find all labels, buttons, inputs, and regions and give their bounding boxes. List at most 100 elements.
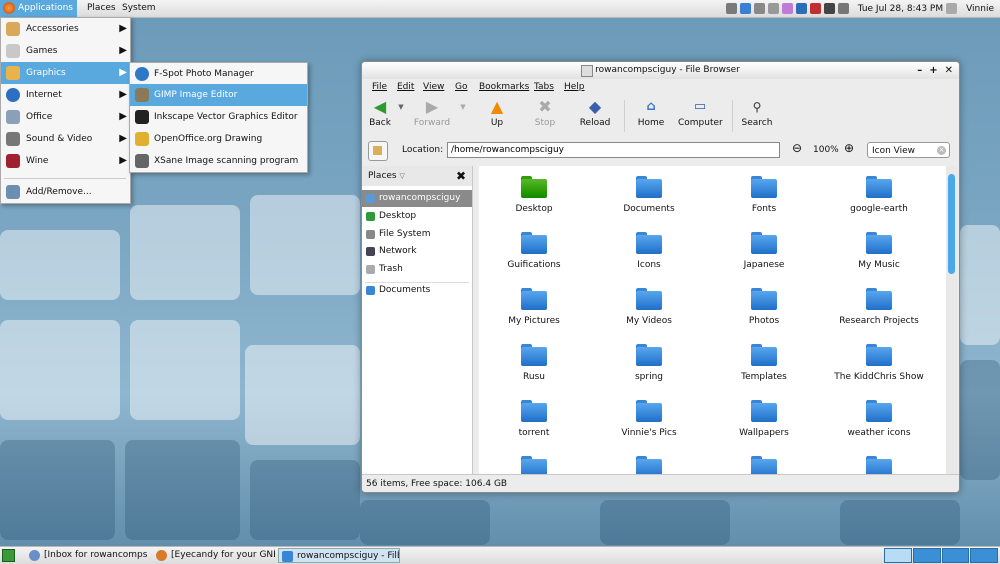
sidebar-item-trash[interactable]: Trash bbox=[362, 261, 472, 278]
menu-item-graphics[interactable]: Graphics ▶ bbox=[1, 62, 130, 84]
file-item[interactable]: My Pictures bbox=[479, 288, 589, 326]
scrollbar-thumb[interactable] bbox=[948, 174, 955, 274]
menu-go[interactable]: Go bbox=[453, 79, 469, 96]
system-menu[interactable]: System bbox=[118, 0, 160, 17]
taskbar-item-inbox[interactable]: [Inbox for rowancompsЁ bbox=[26, 548, 148, 563]
file-item[interactable]: Rusu bbox=[479, 344, 589, 382]
file-item[interactable]: The KiddChris Show bbox=[824, 344, 934, 382]
bluetooth-icon[interactable] bbox=[739, 3, 751, 14]
file-item[interactable]: google-earth bbox=[824, 176, 934, 214]
file-item[interactable]: Icons bbox=[594, 232, 704, 270]
volume-icon[interactable] bbox=[823, 3, 835, 14]
forward-history-dropdown[interactable]: ▼ bbox=[458, 96, 468, 136]
file-item[interactable] bbox=[594, 456, 704, 474]
applications-menu[interactable]: Applications bbox=[0, 0, 77, 17]
submenu-item-gimp[interactable]: GIMP Image Editor bbox=[130, 84, 307, 106]
file-item[interactable]: Japanese bbox=[709, 232, 819, 270]
window-titlebar[interactable]: rowancompsciguy - File Browser – + ✕ bbox=[362, 62, 959, 79]
file-item[interactable]: torrent bbox=[479, 400, 589, 438]
mail-icon[interactable] bbox=[837, 3, 849, 14]
up-button[interactable]: ▲ Up bbox=[484, 96, 510, 136]
sensor-icon[interactable] bbox=[767, 3, 779, 14]
thunderbird-icon bbox=[29, 550, 40, 561]
file-item[interactable]: Documents bbox=[594, 176, 704, 214]
menu-item-wine[interactable]: Wine ▶ bbox=[1, 150, 130, 172]
clock[interactable]: Tue Jul 28, 8:43 PM bbox=[858, 4, 943, 14]
window-menubar: File Edit View Go Bookmarks Tabs Help bbox=[362, 79, 959, 96]
location-toggle-button[interactable] bbox=[368, 141, 388, 161]
file-item[interactable] bbox=[709, 456, 819, 474]
submenu-item-inkscape[interactable]: Inkscape Vector Graphics Editor bbox=[130, 106, 307, 128]
home-button[interactable]: ⌂ Home bbox=[636, 96, 666, 136]
submenu-item-openoffice-draw[interactable]: OpenOffice.org Drawing bbox=[130, 128, 307, 150]
zoom-in-icon[interactable]: ⊕ bbox=[844, 141, 854, 155]
folder-icon bbox=[636, 288, 662, 310]
menu-tabs[interactable]: Tabs bbox=[532, 79, 556, 96]
network-icon[interactable] bbox=[725, 3, 737, 14]
file-item[interactable]: Research Projects bbox=[824, 288, 934, 326]
workspace-2[interactable] bbox=[912, 548, 941, 563]
compiz-icon[interactable] bbox=[781, 3, 793, 14]
file-item[interactable]: Guifications bbox=[479, 232, 589, 270]
file-item[interactable]: spring bbox=[594, 344, 704, 382]
workspace-1[interactable] bbox=[884, 548, 912, 563]
search-button[interactable]: ⚲ Search bbox=[740, 96, 774, 136]
back-button[interactable]: ◀ Back bbox=[366, 96, 394, 136]
sidebar-item-network[interactable]: Network bbox=[362, 243, 472, 260]
file-item[interactable] bbox=[479, 456, 589, 474]
zoom-out-icon[interactable]: ⊖ bbox=[792, 141, 802, 155]
sidebar-item-file-system[interactable]: File System bbox=[362, 226, 472, 243]
menu-item-sound-video[interactable]: Sound & Video ▶ bbox=[1, 128, 130, 150]
wireless-signal-icon[interactable] bbox=[795, 3, 807, 14]
sidebar-item-documents[interactable]: Documents bbox=[362, 282, 472, 299]
workspace-4[interactable] bbox=[970, 548, 998, 563]
view-mode-select[interactable]: Icon View × bbox=[867, 142, 950, 158]
reload-button[interactable]: ◆ Reload bbox=[578, 96, 612, 136]
menu-view[interactable]: View bbox=[421, 79, 446, 96]
submenu-item-xsane[interactable]: XSane Image scanning program bbox=[130, 150, 307, 172]
file-item[interactable]: Photos bbox=[709, 288, 819, 326]
user-switcher[interactable]: Vinnie bbox=[966, 4, 994, 14]
file-item[interactable]: Fonts bbox=[709, 176, 819, 214]
sidebar-item-home[interactable]: rowancompsciguy bbox=[362, 190, 472, 207]
taskbar-item-file-browser[interactable]: rowancompsciguy - FilЁ bbox=[278, 548, 400, 563]
computer-button[interactable]: ▭ Computer bbox=[678, 96, 723, 136]
menu-help[interactable]: Help bbox=[562, 79, 587, 96]
file-item[interactable]: My Videos bbox=[594, 288, 704, 326]
vertical-scrollbar[interactable] bbox=[946, 166, 957, 474]
sidebar-item-desktop[interactable]: Desktop bbox=[362, 208, 472, 225]
places-menu[interactable]: Places bbox=[83, 0, 120, 17]
battery-icon[interactable] bbox=[753, 3, 765, 14]
file-item[interactable]: Vinnie's Pics bbox=[594, 400, 704, 438]
location-input[interactable] bbox=[447, 142, 780, 158]
back-history-dropdown[interactable]: ▼ bbox=[396, 96, 406, 136]
menu-item-internet[interactable]: Internet ▶ bbox=[1, 84, 130, 106]
stop-button[interactable]: ✖ Stop bbox=[532, 96, 558, 136]
close-sidebar-icon[interactable]: ✖ bbox=[456, 166, 466, 186]
update-notifier-icon[interactable] bbox=[809, 3, 821, 14]
icon-view[interactable]: Desktop Documents Fonts google-earth Guifica… bbox=[479, 166, 946, 474]
menu-item-games[interactable]: Games ▶ bbox=[1, 40, 130, 62]
file-item[interactable] bbox=[824, 456, 934, 474]
menu-item-add-remove[interactable]: Add/Remove... bbox=[1, 181, 130, 203]
sidebar-header[interactable]: Places ▽ ✖ bbox=[362, 166, 472, 186]
forward-button[interactable]: ▶ Forward bbox=[412, 96, 452, 136]
workspace-3[interactable] bbox=[941, 548, 970, 563]
submenu-item-f-spot[interactable]: F-Spot Photo Manager bbox=[130, 63, 307, 85]
file-item[interactable]: My Music bbox=[824, 232, 934, 270]
taskbar-item-eyecandy[interactable]: [Eyecandy for your GNЁ bbox=[153, 548, 275, 563]
show-desktop-button[interactable] bbox=[2, 549, 15, 562]
maximize-button[interactable]: + bbox=[929, 62, 937, 79]
close-button[interactable]: ✕ bbox=[945, 62, 953, 79]
file-item[interactable]: weather icons bbox=[824, 400, 934, 438]
menu-item-accessories[interactable]: Accessories ▶ bbox=[1, 18, 130, 40]
menu-item-office[interactable]: Office ▶ bbox=[1, 106, 130, 128]
zoom-level[interactable]: 100% bbox=[813, 140, 839, 161]
menu-file[interactable]: File bbox=[370, 79, 389, 96]
file-item[interactable]: Desktop bbox=[479, 176, 589, 214]
minimize-button[interactable]: – bbox=[917, 62, 922, 79]
file-item[interactable]: Templates bbox=[709, 344, 819, 382]
menu-edit[interactable]: Edit bbox=[395, 79, 416, 96]
file-item[interactable]: Wallpapers bbox=[709, 400, 819, 438]
menu-bookmarks[interactable]: Bookmarks bbox=[477, 79, 531, 96]
